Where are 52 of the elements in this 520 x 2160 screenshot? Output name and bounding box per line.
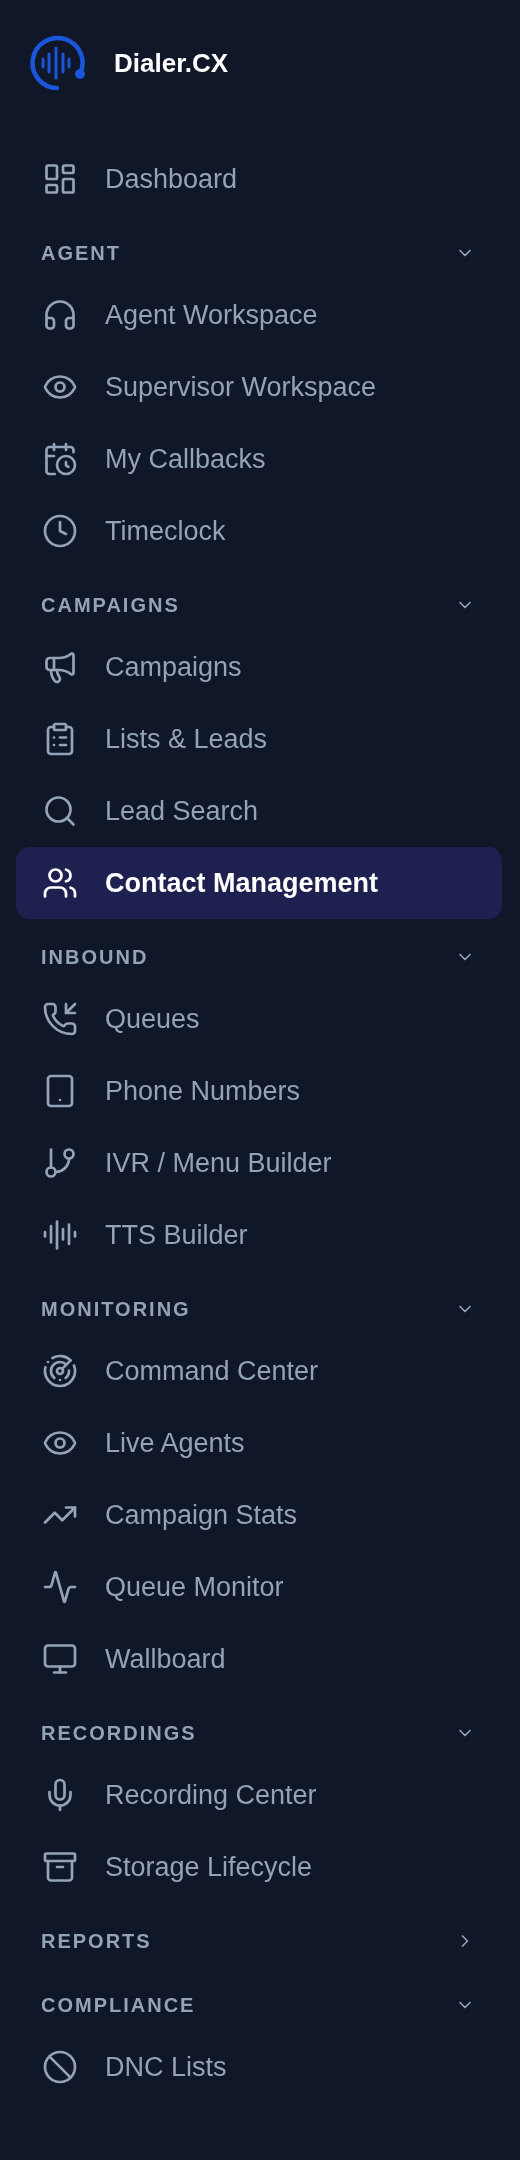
logo-icon (28, 34, 86, 92)
pulse-icon (42, 1569, 78, 1605)
nav-item[interactable]: IVR / Menu Builder (16, 1127, 502, 1199)
waveform-icon (42, 1217, 78, 1253)
brand-name: Dialer.CX (114, 47, 229, 79)
nav-item[interactable]: TTS Builder (16, 1199, 502, 1271)
nav-item[interactable]: Wallboard (16, 1623, 502, 1695)
nav-item[interactable]: My Callbacks (16, 423, 502, 495)
clock-icon (42, 513, 78, 549)
monitor-icon (42, 1641, 78, 1677)
section-header[interactable]: CAMPAIGNS (16, 567, 502, 631)
section-header[interactable]: COMPLIANCE (16, 1967, 502, 2031)
nav-item[interactable]: Phone Numbers (16, 1055, 502, 1127)
nav-item[interactable]: Campaign Stats (16, 1479, 502, 1551)
megaphone-icon (42, 649, 78, 685)
nav-item[interactable]: Recording Center (16, 1759, 502, 1831)
archive-icon (42, 1849, 78, 1885)
nav-item[interactable]: Storage Lifecycle (16, 1831, 502, 1903)
nav-item[interactable]: Command Center (16, 1335, 502, 1407)
nav-item[interactable]: Lists & Leads (16, 703, 502, 775)
branch-icon (42, 1145, 78, 1181)
radar-icon (42, 1353, 78, 1389)
nav-item[interactable]: Queue Monitor (16, 1551, 502, 1623)
nav-item[interactable]: Campaigns (16, 631, 502, 703)
section-header[interactable]: AGENT (16, 215, 502, 279)
phone-arrow-icon (42, 1001, 78, 1037)
section-header[interactable]: INBOUND (16, 919, 502, 983)
nav-item[interactable]: Supervisor Workspace (16, 351, 502, 423)
section-title: RECORDINGS (41, 1721, 197, 1745)
section-header[interactable]: MONITORING (16, 1271, 502, 1335)
nav-item[interactable]: Agent Workspace (16, 279, 502, 351)
section-title: AGENT (41, 241, 121, 265)
headset-icon (42, 297, 78, 333)
dashboard-icon (42, 161, 78, 197)
nav-item[interactable]: DNC Lists (16, 2031, 502, 2103)
section-title: REPORTS (41, 1929, 152, 1953)
nav-item[interactable]: Lead Search (16, 775, 502, 847)
nav-item[interactable]: Timeclock (16, 495, 502, 567)
nav-item[interactable]: Dashboard (16, 143, 502, 215)
calendar-clock-icon (42, 441, 78, 477)
nav-item[interactable]: Contact Management (16, 847, 502, 919)
section-title: INBOUND (41, 945, 149, 969)
users-icon (42, 865, 78, 901)
section-header[interactable]: REPORTS (16, 1903, 502, 1967)
nav-item[interactable]: Live Agents (16, 1407, 502, 1479)
section-title: MONITORING (41, 1297, 191, 1321)
section-title: COMPLIANCE (41, 1993, 196, 2017)
nav-item[interactable]: Queues (16, 983, 502, 1055)
search-icon (42, 793, 78, 829)
ban-icon (42, 2049, 78, 2085)
section-header[interactable]: RECORDINGS (16, 1695, 502, 1759)
section-title: CAMPAIGNS (41, 593, 180, 617)
